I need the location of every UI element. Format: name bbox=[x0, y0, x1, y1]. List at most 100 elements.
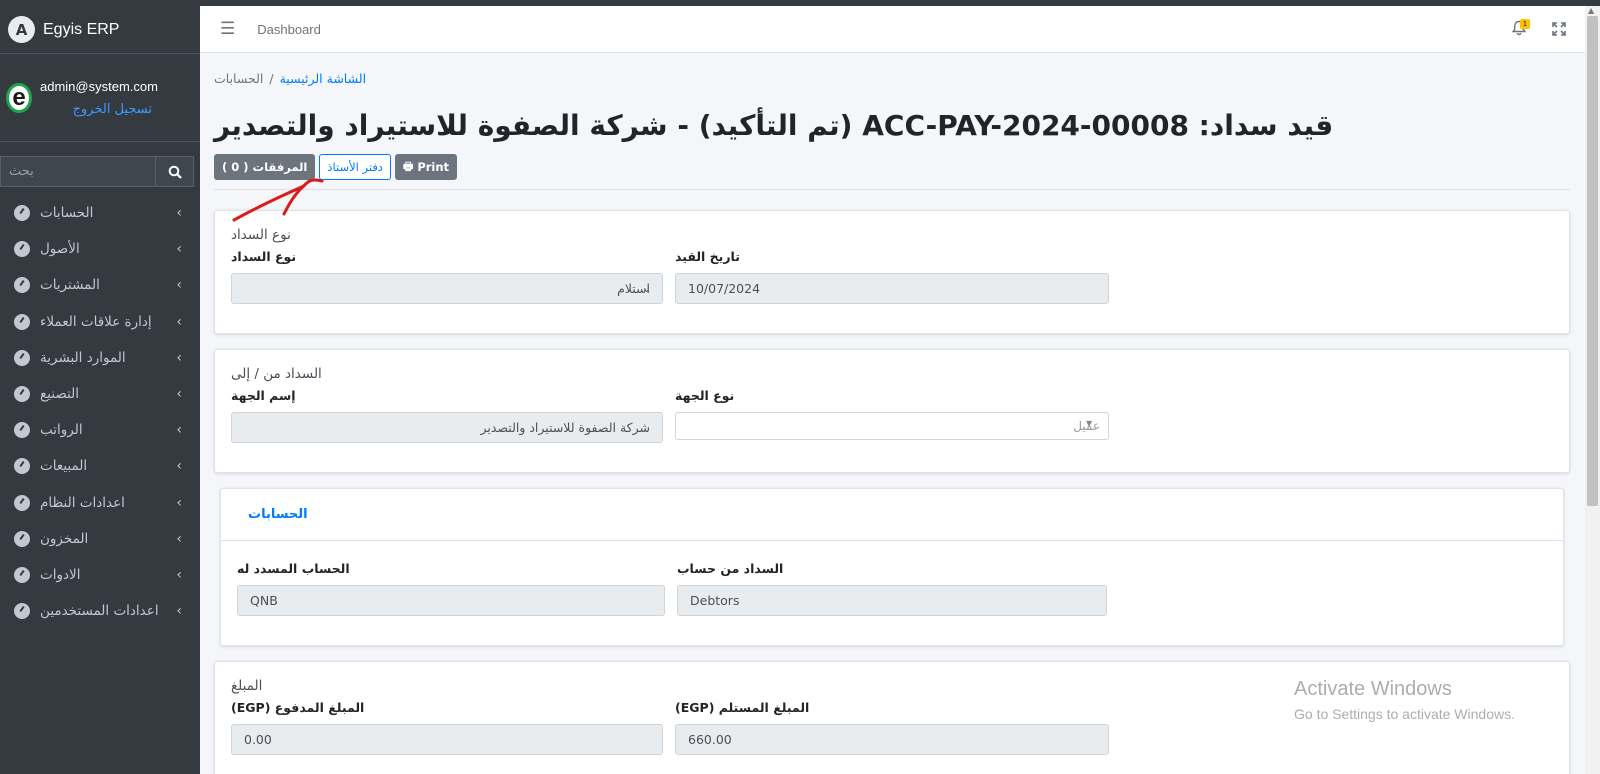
sidebar-item-inventory[interactable]: المخزون ‹ bbox=[0, 521, 200, 557]
sidebar-item-accounts[interactable]: الحسابات ‹ bbox=[0, 195, 200, 231]
dashboard-gauge-icon bbox=[14, 494, 30, 511]
section-legend: السداد من / إلى bbox=[231, 366, 322, 382]
party-name-value: شركة الصفوة للاستيراد والتصدير bbox=[480, 420, 650, 435]
fullscreen-icon[interactable] bbox=[1552, 22, 1566, 36]
received-amount-value: 660.00 bbox=[688, 732, 732, 747]
sidebar-item-crm[interactable]: إدارة علاقات العملاء ‹ bbox=[0, 304, 200, 340]
date-label: تاريخ القيد bbox=[675, 249, 740, 264]
chevron-left-icon: ‹ bbox=[176, 566, 182, 583]
sidebar-item-label: اعدادات المستخدمين bbox=[40, 603, 159, 620]
sidebar-item-label: الموارد البشرية bbox=[40, 349, 126, 366]
sidebar-item-label: اعدادات النظام bbox=[40, 494, 125, 511]
nav-dashboard-link[interactable]: Dashboard bbox=[257, 22, 321, 37]
sidebar-item-label: المخزون bbox=[40, 530, 89, 547]
annotation-arrow bbox=[232, 178, 324, 222]
scrollbar-thumb[interactable] bbox=[1587, 16, 1598, 506]
sidebar-item-sales[interactable]: المبيعات ‹ bbox=[0, 448, 200, 484]
dashboard-gauge-icon bbox=[14, 422, 30, 439]
dashboard-gauge-icon bbox=[14, 530, 30, 547]
section-legend: المبلغ bbox=[231, 678, 263, 694]
sidebar-search bbox=[0, 156, 194, 187]
user-info: admin@system.com تسجيل الخروج bbox=[40, 79, 158, 117]
date-field[interactable]: 10/07/2024 bbox=[675, 273, 1109, 304]
received-amount-field[interactable]: 660.00 bbox=[675, 724, 1109, 755]
logout-link[interactable]: تسجيل الخروج bbox=[40, 102, 158, 117]
dashboard-gauge-icon bbox=[14, 386, 30, 403]
sidebar-item-label: إدارة علاقات العملاء bbox=[40, 313, 152, 330]
sidebar-item-assets[interactable]: الأصول ‹ bbox=[0, 231, 200, 267]
search-button[interactable] bbox=[156, 156, 194, 187]
paid-to-value: QNB bbox=[250, 593, 278, 608]
chevron-down-icon: ⌄ bbox=[642, 282, 652, 295]
sidebar-item-hr[interactable]: الموارد البشرية ‹ bbox=[0, 340, 200, 376]
paid-from-label: السداد من حساب bbox=[677, 561, 784, 576]
dashboard-gauge-icon bbox=[14, 205, 30, 222]
sidebar: A Egyis ERP e admin@system.com تسجيل الخ… bbox=[0, 6, 200, 774]
notification-badge: 1 bbox=[1520, 19, 1530, 29]
paid-to-field[interactable]: QNB bbox=[237, 585, 665, 616]
sidebar-item-label: الحسابات bbox=[40, 205, 94, 222]
activation-watermark-text: Go to Settings to activate Windows. bbox=[1294, 706, 1515, 722]
sidebar-item-label: الادوات bbox=[40, 566, 81, 583]
sidebar-item-system-settings[interactable]: اعدادات النظام ‹ bbox=[0, 485, 200, 521]
received-amount-label: المبلغ المستلم (EGP) bbox=[675, 700, 810, 715]
chevron-left-icon: ‹ bbox=[176, 530, 182, 547]
sidebar-item-user-settings[interactable]: اعدادات المستخدمين ‹ bbox=[0, 593, 200, 629]
payment-type-select[interactable]: استلام ⌄ bbox=[231, 273, 663, 304]
breadcrumb: الشاشة الرئيسية / الحسابات bbox=[214, 71, 366, 86]
breadcrumb-separator: / bbox=[269, 71, 274, 86]
user-email: admin@system.com bbox=[40, 78, 158, 94]
user-panel: e admin@system.com تسجيل الخروج bbox=[0, 54, 200, 142]
date-value: 10/07/2024 bbox=[688, 281, 761, 296]
scroll-up-arrow-icon[interactable]: ▲ bbox=[1588, 6, 1594, 15]
chevron-left-icon: ‹ bbox=[176, 241, 182, 258]
tab-accounts[interactable]: الحسابات bbox=[248, 507, 308, 522]
paid-amount-label: المبلغ المدفوع (EGP) bbox=[231, 700, 365, 715]
chevron-left-icon: ‹ bbox=[176, 494, 182, 511]
breadcrumb-home-link[interactable]: الشاشة الرئيسية bbox=[280, 71, 366, 86]
chevron-left-icon: ‹ bbox=[176, 603, 182, 620]
dashboard-gauge-icon bbox=[14, 603, 30, 620]
payment-type-card: نوع السداد نوع السداد استلام ⌄ تاريخ الق… bbox=[214, 210, 1570, 334]
print-icon: 🖶 bbox=[402, 159, 414, 173]
accounts-card: الحسابات الحساب المسدد له QNB السداد من … bbox=[220, 488, 1564, 646]
app-logo-icon: A bbox=[8, 16, 35, 43]
paid-amount-field[interactable]: 0.00 bbox=[231, 724, 663, 755]
sidebar-item-purchases[interactable]: المشتريات ‹ bbox=[0, 267, 200, 303]
sidebar-item-tools[interactable]: الادوات ‹ bbox=[0, 557, 200, 593]
app-name: Egyis ERP bbox=[43, 20, 120, 38]
paid-to-label: الحساب المسدد له bbox=[237, 561, 350, 576]
activation-watermark-title: Activate Windows bbox=[1294, 678, 1452, 700]
dashboard-gauge-icon bbox=[14, 566, 30, 583]
chevron-left-icon: ‹ bbox=[176, 205, 182, 222]
tab-header: الحسابات bbox=[221, 489, 1563, 541]
brand-link[interactable]: A Egyis ERP bbox=[0, 6, 200, 54]
top-navbar: ☰ Dashboard 1 bbox=[200, 6, 1585, 53]
menu-toggle-icon[interactable]: ☰ bbox=[220, 19, 235, 39]
print-label: Print bbox=[417, 160, 450, 174]
sidebar-item-label: الأصول bbox=[40, 241, 80, 258]
party-name-label: إسم الجهة bbox=[231, 388, 296, 403]
sidebar-item-label: الرواتب bbox=[40, 422, 83, 439]
party-type-select[interactable]: عميل ▼ bbox=[675, 412, 1109, 440]
print-button[interactable]: 🖶 Print bbox=[394, 154, 458, 180]
divider bbox=[214, 189, 1570, 190]
page-title: قيد سداد: ACC-PAY-2024-00008 (تم التأكيد… bbox=[214, 109, 1334, 142]
paid-from-value: Debtors bbox=[690, 593, 740, 608]
section-legend: نوع السداد bbox=[231, 227, 291, 243]
search-input[interactable] bbox=[0, 156, 156, 187]
party-name-field[interactable]: شركة الصفوة للاستيراد والتصدير bbox=[231, 412, 663, 443]
sidebar-item-payroll[interactable]: الرواتب ‹ bbox=[0, 412, 200, 448]
paid-from-field[interactable]: Debtors bbox=[677, 585, 1107, 616]
breadcrumb-current: الحسابات bbox=[214, 71, 264, 86]
avatar: e bbox=[6, 82, 32, 113]
page-scrollbar[interactable]: ▲ bbox=[1585, 6, 1600, 774]
sidebar-item-label: المبيعات bbox=[40, 458, 88, 475]
chevron-left-icon: ‹ bbox=[176, 386, 182, 403]
sidebar-item-manufacturing[interactable]: التصنيع ‹ bbox=[0, 376, 200, 412]
dashboard-gauge-icon bbox=[14, 458, 30, 475]
chevron-left-icon: ‹ bbox=[176, 277, 182, 294]
party-type-label: نوع الجهة bbox=[675, 388, 735, 403]
chevron-left-icon: ‹ bbox=[176, 458, 182, 475]
dashboard-gauge-icon bbox=[14, 313, 30, 330]
